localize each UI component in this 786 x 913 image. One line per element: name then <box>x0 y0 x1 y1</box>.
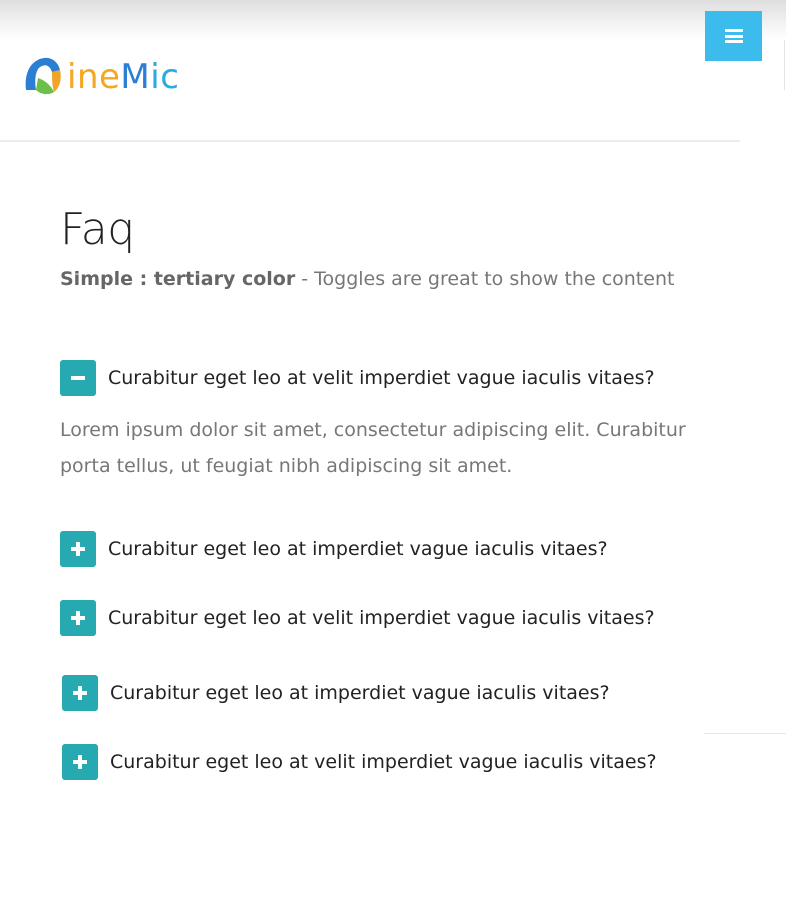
plus-icon <box>73 686 87 700</box>
expand-toggle[interactable] <box>62 744 98 780</box>
page-title: Faq <box>60 204 135 255</box>
faq-item-1[interactable]: Curabitur eget leo at velit imperdiet va… <box>60 360 655 396</box>
expand-toggle[interactable] <box>60 531 96 567</box>
faq-answer: Lorem ipsum dolor sit amet, consectetur … <box>60 419 686 477</box>
faq-question[interactable]: Curabitur eget leo at velit imperdiet va… <box>108 607 655 629</box>
faq-question[interactable]: Curabitur eget leo at imperdiet vague ia… <box>108 538 608 560</box>
expand-toggle[interactable] <box>62 675 98 711</box>
faq-question[interactable]: Curabitur eget leo at velit imperdiet va… <box>110 751 657 773</box>
menu-button[interactable] <box>705 11 762 61</box>
faq-question[interactable]: Curabitur eget leo at imperdiet vague ia… <box>110 682 610 704</box>
page-subtitle: Simple : tertiary color - Toggles are gr… <box>60 268 674 290</box>
logo-mark-icon <box>25 57 61 95</box>
divider <box>704 733 786 734</box>
top-shade <box>0 0 786 40</box>
site-logo[interactable]: ineMic <box>22 52 179 102</box>
plus-icon <box>71 542 85 556</box>
faq-item-4[interactable]: Curabitur eget leo at imperdiet vague ia… <box>62 675 610 711</box>
hamburger-icon <box>724 29 743 43</box>
plus-icon <box>73 755 87 769</box>
logo-wordmark: ineMic <box>67 57 180 97</box>
subtitle-text: - Toggles are great to show the content <box>295 268 675 290</box>
plus-icon <box>71 611 85 625</box>
faq-item-2[interactable]: Curabitur eget leo at imperdiet vague ia… <box>60 531 608 567</box>
subtitle-bold: Simple : tertiary color <box>60 268 296 290</box>
faq-item-5[interactable]: Curabitur eget leo at velit imperdiet va… <box>62 744 657 780</box>
expand-toggle[interactable] <box>60 600 96 636</box>
faq-question[interactable]: Curabitur eget leo at velit imperdiet va… <box>108 367 655 389</box>
faq-item-3[interactable]: Curabitur eget leo at velit imperdiet va… <box>60 600 655 636</box>
divider <box>784 40 785 90</box>
minus-icon <box>71 376 85 380</box>
collapse-toggle[interactable] <box>60 360 96 396</box>
